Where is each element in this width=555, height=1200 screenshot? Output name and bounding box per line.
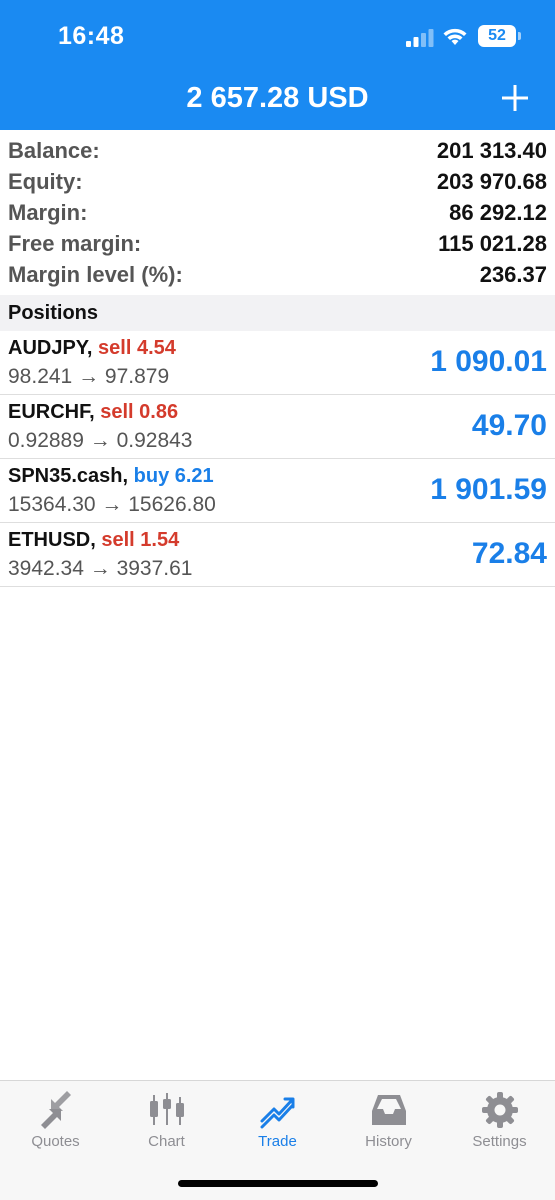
summary-value: 236.37 bbox=[479, 262, 547, 287]
position-prices: 0.92889 → 0.92843 bbox=[8, 429, 193, 452]
position-profit: 1 901.59 bbox=[430, 473, 547, 506]
home-indicator[interactable] bbox=[178, 1180, 378, 1187]
cellular-signal-icon bbox=[406, 29, 434, 47]
tab-label: History bbox=[365, 1133, 412, 1150]
wifi-icon bbox=[443, 28, 467, 45]
tab-history[interactable]: History bbox=[333, 1081, 444, 1161]
tab-chart[interactable]: Chart bbox=[111, 1081, 222, 1161]
summary-value: 115 021.28 bbox=[438, 231, 547, 256]
position-row-ethusd[interactable]: ETHUSD, sell 1.54 3942.34 → 3937.61 72.8… bbox=[0, 523, 555, 587]
tab-settings[interactable]: Settings bbox=[444, 1081, 555, 1161]
position-row-eurchf[interactable]: EURCHF, sell 0.86 0.92889 → 0.92843 49.7… bbox=[0, 395, 555, 459]
summary-value: 203 970.68 bbox=[436, 169, 547, 194]
summary-row-free-margin: Free margin: 115 021.28 bbox=[0, 227, 555, 258]
summary-value: 86 292.12 bbox=[449, 200, 547, 225]
app-header: 16:48 52 2 657.28 USD bbox=[0, 0, 555, 130]
position-prices: 15364.30 → 15626.80 bbox=[8, 493, 216, 516]
position-profit: 1 090.01 bbox=[430, 345, 547, 378]
summary-label: Margin level (%): bbox=[8, 262, 183, 287]
summary-label: Margin: bbox=[8, 200, 88, 225]
summary-row-balance: Balance: 201 313.40 bbox=[0, 134, 555, 165]
positions-section-title: Positions bbox=[8, 302, 99, 324]
battery-tip bbox=[518, 32, 521, 40]
position-direction: sell 1.54 bbox=[101, 529, 180, 551]
trend-up-icon bbox=[260, 1097, 295, 1129]
account-equity-title: 2 657.28 USD bbox=[186, 82, 369, 114]
gear-icon bbox=[482, 1092, 518, 1128]
tab-label: Trade bbox=[258, 1133, 297, 1150]
position-symbol: SPN35.cash, bbox=[8, 465, 129, 487]
summary-label: Equity: bbox=[8, 169, 83, 194]
battery-level: 52 bbox=[478, 25, 516, 47]
tab-label: Quotes bbox=[31, 1133, 80, 1150]
position-prices: 98.241 → 97.879 bbox=[8, 365, 170, 388]
position-symbol: AUDJPY, bbox=[8, 337, 93, 359]
add-order-button[interactable] bbox=[497, 80, 533, 116]
summary-value: 201 313.40 bbox=[436, 138, 547, 163]
position-profit: 72.84 bbox=[471, 537, 547, 570]
position-title: SPN35.cash, buy 6.21 bbox=[8, 465, 214, 488]
position-title: EURCHF, sell 0.86 bbox=[8, 401, 178, 424]
summary-row-equity: Equity: 203 970.68 bbox=[0, 165, 555, 196]
positions-section-header: Positions bbox=[0, 295, 555, 331]
inbox-tray-icon bbox=[372, 1095, 406, 1125]
position-profit: 49.70 bbox=[471, 409, 547, 442]
summary-label: Free margin: bbox=[8, 231, 142, 256]
summary-label: Balance: bbox=[8, 138, 100, 163]
position-direction: sell 4.54 bbox=[98, 337, 176, 359]
candlestick-icon bbox=[150, 1093, 184, 1125]
position-row-audjpy[interactable]: AUDJPY, sell 4.54 98.241 → 97.879 1 090.… bbox=[0, 331, 555, 395]
position-direction: buy 6.21 bbox=[133, 465, 214, 487]
quotes-arrows-icon bbox=[41, 1091, 71, 1129]
position-title: AUDJPY, sell 4.54 bbox=[8, 337, 176, 360]
position-symbol: ETHUSD, bbox=[8, 529, 96, 551]
position-prices: 3942.34 → 3937.61 bbox=[8, 557, 193, 580]
tab-trade[interactable]: Trade bbox=[222, 1081, 333, 1161]
summary-row-margin-level: Margin level (%): 236.37 bbox=[0, 258, 555, 289]
position-row-spn35[interactable]: SPN35.cash, buy 6.21 15364.30 → 15626.80… bbox=[0, 459, 555, 523]
status-time: 16:48 bbox=[58, 22, 125, 50]
position-title: ETHUSD, sell 1.54 bbox=[8, 529, 179, 552]
tab-label: Settings bbox=[472, 1133, 527, 1150]
tab-quotes[interactable]: Quotes bbox=[0, 1081, 111, 1161]
position-direction: sell 0.86 bbox=[100, 401, 179, 423]
position-symbol: EURCHF, bbox=[8, 401, 95, 423]
tab-label: Chart bbox=[148, 1133, 185, 1150]
summary-row-margin: Margin: 86 292.12 bbox=[0, 196, 555, 227]
